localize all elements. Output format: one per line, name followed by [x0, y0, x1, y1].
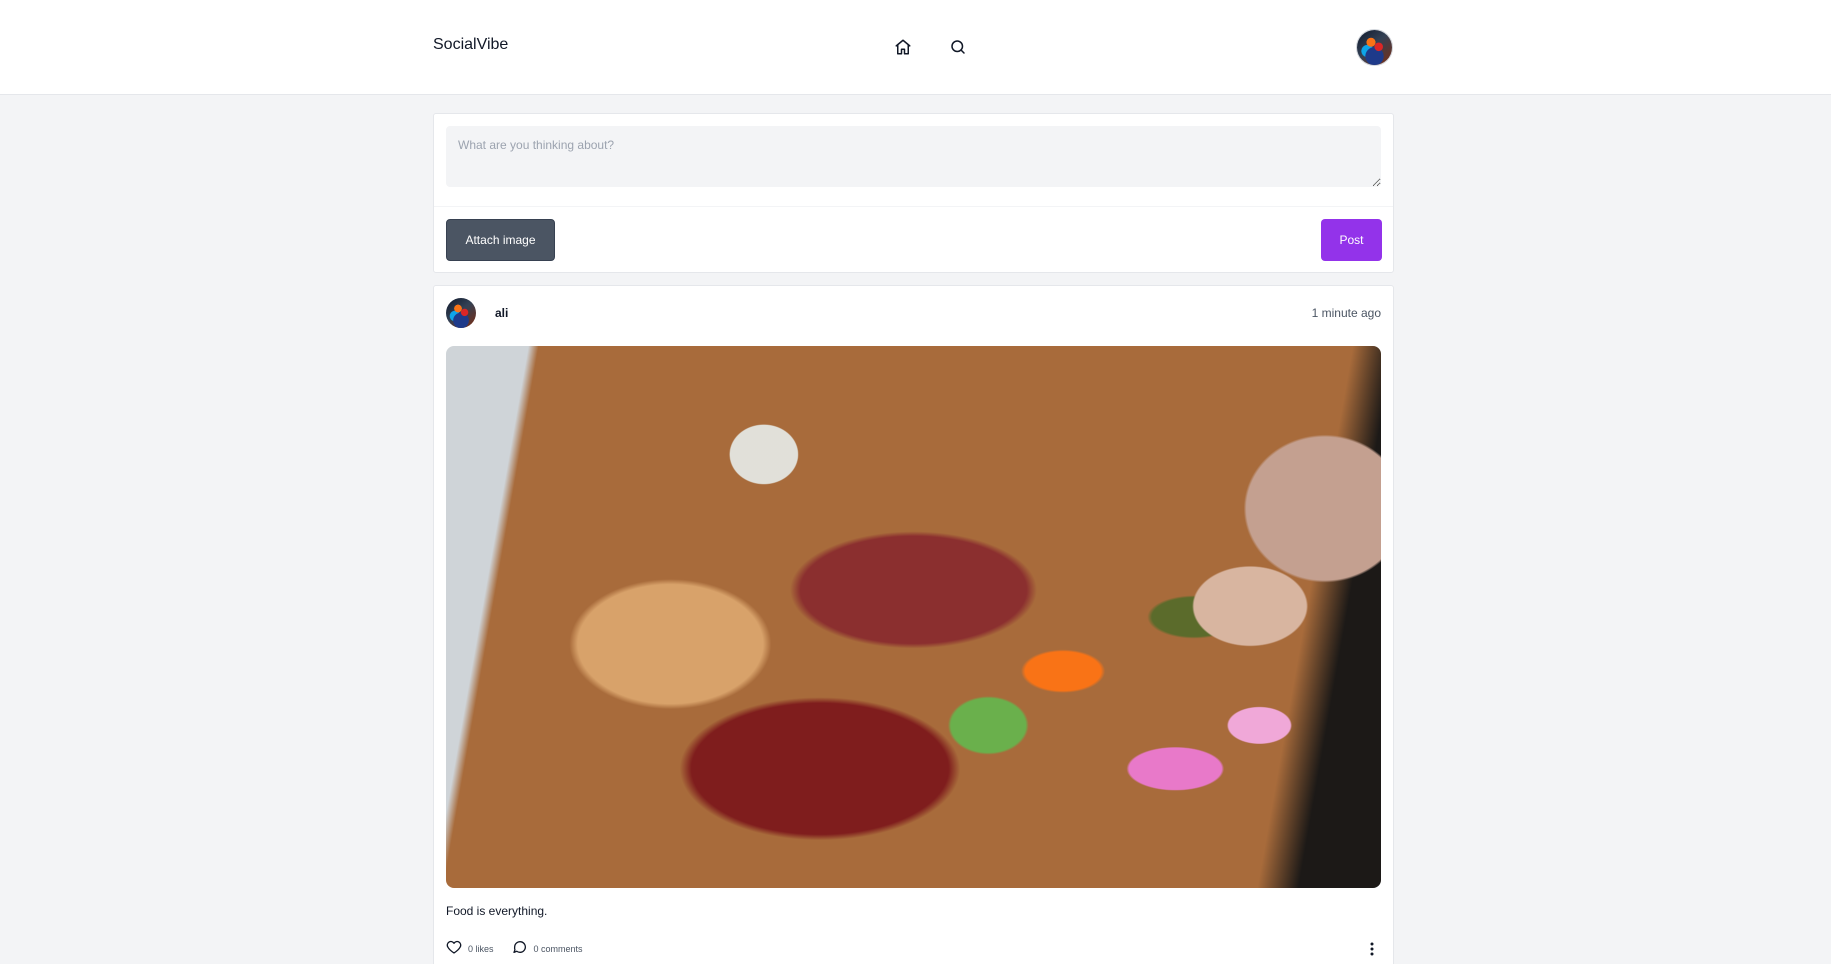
composer-divider: [434, 206, 1393, 207]
home-icon[interactable]: [891, 35, 915, 59]
more-vertical-icon[interactable]: [1363, 940, 1381, 958]
post-author-name[interactable]: ali: [495, 306, 508, 320]
heart-icon: [446, 939, 462, 960]
search-icon[interactable]: [946, 35, 970, 59]
like-button[interactable]: 0 likes: [446, 939, 494, 960]
post-caption: Food is everything.: [446, 904, 548, 918]
comment-icon: [512, 939, 528, 960]
post-author-avatar[interactable]: [446, 298, 476, 328]
post-button[interactable]: Post: [1321, 219, 1382, 261]
app-logo[interactable]: SocialVibe: [433, 36, 508, 54]
post-image[interactable]: [446, 346, 1381, 888]
post-text-input[interactable]: [446, 126, 1381, 187]
top-navbar: SocialVibe: [0, 0, 1831, 95]
post-composer: Attach image Post: [433, 113, 1394, 273]
comments-count: 0 comments: [533, 944, 583, 954]
post-timestamp: 1 minute ago: [1311, 306, 1381, 320]
attach-image-button[interactable]: Attach image: [446, 219, 555, 261]
post-card: ali 1 minute ago Food is everything. 0 l…: [433, 285, 1394, 964]
avatar-image: [1357, 30, 1392, 65]
comment-button[interactable]: 0 comments: [512, 939, 583, 960]
user-avatar[interactable]: [1356, 29, 1393, 66]
avatar-image: [446, 298, 476, 328]
likes-count: 0 likes: [468, 944, 494, 954]
post-actions: 0 likes 0 comments: [446, 940, 601, 958]
